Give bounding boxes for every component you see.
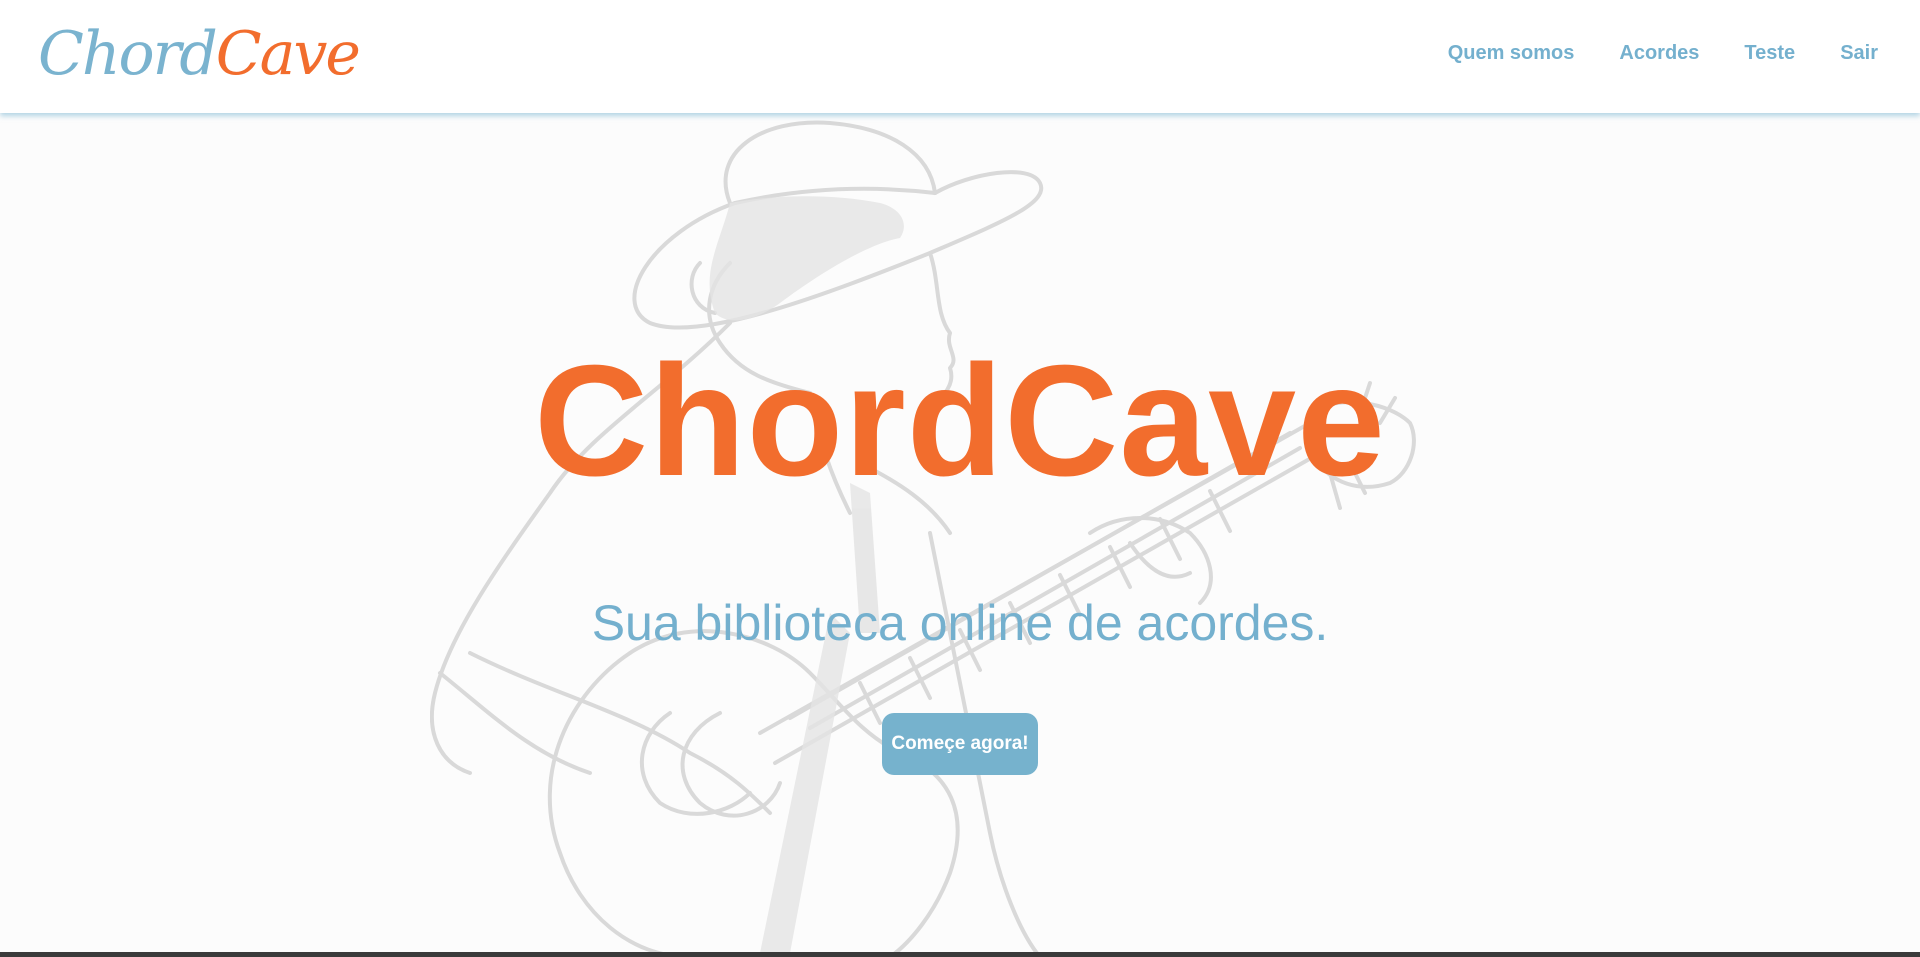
nav-link-sair[interactable]: Sair — [1840, 42, 1878, 65]
navbar: ChordCave Quem somos Acordes Teste Sair — [0, 0, 1920, 113]
nav-link-acordes[interactable]: Acordes — [1619, 42, 1699, 65]
hero-section: ChordCave Sua biblioteca online de acord… — [0, 113, 1920, 957]
hero-subtitle: Sua biblioteca online de acordes. — [591, 595, 1329, 651]
guitar-player-illustration — [430, 120, 1416, 957]
hero-title: ChordCave — [534, 333, 1386, 509]
nav-link-teste[interactable]: Teste — [1744, 42, 1795, 65]
logo[interactable]: ChordCave — [38, 14, 361, 94]
bottom-edge — [0, 952, 1920, 957]
nav-links: Quem somos Acordes Teste Sair — [1448, 42, 1878, 65]
nav-link-quem-somos[interactable]: Quem somos — [1448, 42, 1575, 65]
logo-part-cave: Cave — [215, 19, 361, 89]
logo-part-chord: Chord — [38, 19, 218, 89]
start-now-button[interactable]: Começe agora! — [882, 713, 1038, 775]
